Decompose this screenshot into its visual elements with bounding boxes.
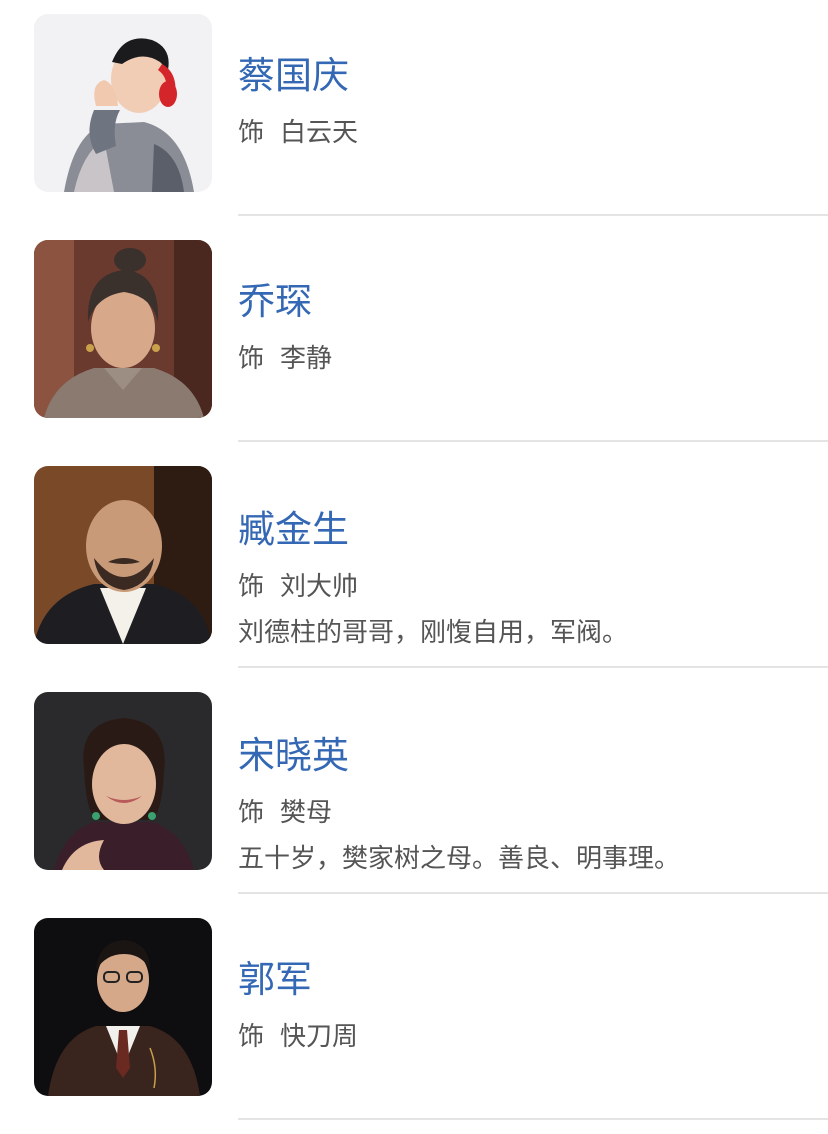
actor-photo[interactable] (34, 240, 212, 418)
actor-photo-image (34, 692, 212, 870)
role-line: 饰樊母 (238, 796, 332, 830)
cast-info: 臧金生 饰刘大帅 刘德柱的哥哥，刚愎自用，军阀。 (238, 466, 818, 648)
role-line: 饰刘大帅 (238, 570, 358, 604)
role-line: 饰快刀周 (238, 1020, 358, 1054)
divider (238, 1118, 828, 1120)
cast-list: 蔡国庆 饰白云天 乔琛 饰李静 臧金生 饰 刘大帅 刘德柱的哥哥，刚愎自用，军阀… (0, 0, 828, 1134)
role-name: 刘大帅 (280, 572, 359, 602)
actor-name-link[interactable]: 臧金生 (238, 508, 349, 552)
role-prefix: 饰 (238, 798, 265, 828)
role-description: 五十岁，樊家树之母。善良、明事理。 (238, 844, 681, 874)
role-line: 饰李静 (238, 342, 332, 376)
role-prefix: 饰 (238, 1022, 265, 1052)
divider (238, 892, 828, 894)
cast-info: 蔡国庆 饰白云天 (238, 14, 818, 192)
cast-info: 郭军 饰快刀周 (238, 918, 818, 1096)
actor-photo-image (34, 918, 212, 1096)
role-name: 李静 (280, 344, 333, 374)
actor-photo[interactable] (34, 466, 212, 644)
role-description: 刘德柱的哥哥，刚愎自用，军阀。 (238, 618, 629, 648)
role-prefix: 饰 (238, 572, 265, 602)
cast-info: 乔琛 饰李静 (238, 240, 818, 418)
role-prefix: 饰 (238, 344, 265, 374)
cast-item[interactable]: 乔琛 饰李静 (0, 240, 828, 466)
actor-photo[interactable] (34, 14, 212, 192)
cast-item[interactable]: 宋晓英 饰樊母 五十岁，樊家树之母。善良、明事理。 (0, 692, 828, 918)
role-name: 白云天 (280, 118, 359, 148)
role-line: 饰白云天 (238, 116, 358, 150)
divider (238, 214, 828, 216)
role-name: 樊母 (280, 798, 333, 828)
cast-item[interactable]: 蔡国庆 饰白云天 (0, 14, 828, 240)
cast-info: 宋晓英 饰樊母 五十岁，樊家树之母。善良、明事理。 (238, 692, 818, 874)
actor-name-link[interactable]: 郭军 (238, 958, 312, 1002)
actor-photo[interactable] (34, 692, 212, 870)
actor-photo[interactable] (34, 918, 212, 1096)
divider (238, 440, 828, 442)
actor-photo-image (34, 466, 212, 644)
actor-photo-image (34, 14, 212, 192)
cast-item[interactable]: 臧金生 饰刘大帅 刘德柱的哥哥，刚愎自用，军阀。 (0, 466, 828, 692)
actor-name-link[interactable]: 宋晓英 (238, 734, 349, 778)
actor-name-link[interactable]: 乔琛 (238, 280, 312, 324)
actor-name-link[interactable]: 蔡国庆 (238, 54, 349, 98)
cast-item[interactable]: 郭军 饰快刀周 (0, 918, 828, 1134)
role-prefix: 饰 (238, 118, 265, 148)
actor-photo-image (34, 240, 212, 418)
divider (238, 666, 828, 668)
role-name: 快刀周 (280, 1022, 359, 1052)
